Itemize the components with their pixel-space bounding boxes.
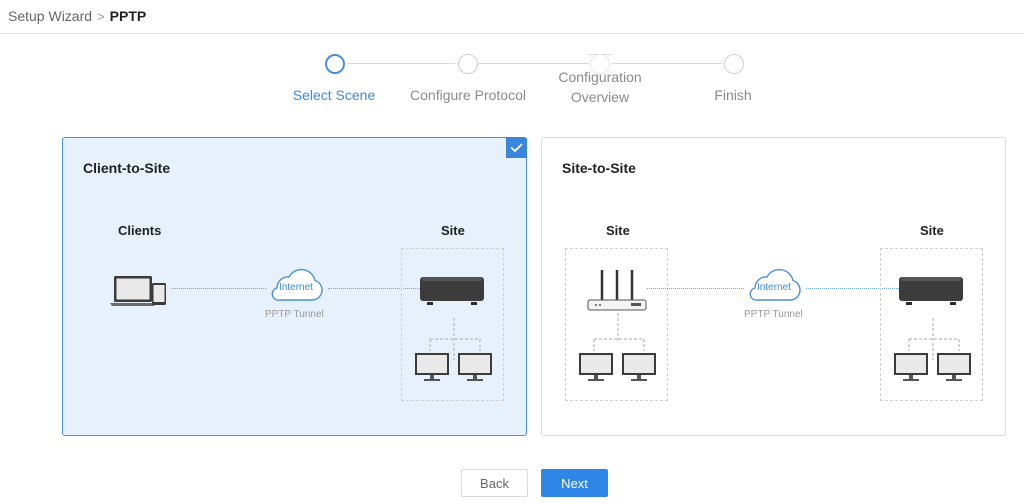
gateway-device-icon bbox=[420, 277, 484, 305]
router-icon bbox=[587, 270, 647, 311]
internet-cloud-icon: Internet bbox=[744, 266, 804, 304]
card-title: Client-to-Site bbox=[83, 160, 171, 176]
internet-cloud-icon: Internet bbox=[266, 266, 326, 304]
site-right-label: Site bbox=[920, 223, 944, 238]
site-box-left bbox=[565, 248, 668, 401]
connection-line bbox=[647, 288, 744, 289]
network-branch-lines bbox=[429, 338, 481, 351]
scene-card-client-to-site[interactable]: Client-to-Site Clients Site Internet PPT… bbox=[62, 137, 527, 436]
clients-label: Clients bbox=[118, 223, 162, 238]
site-box bbox=[401, 248, 504, 401]
next-button[interactable]: Next bbox=[541, 469, 608, 497]
monitor-icon bbox=[622, 353, 656, 381]
step-3-label-line1: Configuration bbox=[558, 69, 642, 85]
step-connector bbox=[347, 63, 455, 64]
step-2-circle bbox=[458, 54, 478, 74]
network-branch-lines bbox=[908, 338, 960, 351]
step-4-circle bbox=[724, 54, 744, 74]
cloud-text: Internet bbox=[279, 282, 313, 293]
wizard-stepper: Select Scene Configure Protocol Configur… bbox=[0, 0, 1024, 120]
back-button[interactable]: Back bbox=[461, 469, 528, 497]
scene-card-site-to-site[interactable]: Site-to-Site Site Site Internet PPTP Tun… bbox=[541, 137, 1006, 436]
tunnel-label: PPTP Tunnel bbox=[265, 309, 324, 320]
step-2-label: Configure Protocol bbox=[410, 87, 526, 103]
connection-line bbox=[171, 288, 266, 289]
tunnel-label: PPTP Tunnel bbox=[744, 309, 803, 320]
step-connector bbox=[479, 63, 589, 64]
network-branch-lines bbox=[593, 338, 645, 351]
monitor-icon bbox=[458, 353, 492, 381]
monitor-icon bbox=[937, 353, 971, 381]
selected-check-icon bbox=[506, 137, 527, 158]
step-1-label: Select Scene bbox=[292, 87, 376, 103]
step-connector bbox=[612, 63, 722, 64]
step-3-label-line2: Overview bbox=[570, 89, 630, 105]
site-left-label: Site bbox=[606, 223, 630, 238]
monitor-icon bbox=[579, 353, 613, 381]
gateway-device-icon bbox=[899, 277, 963, 305]
card-title: Site-to-Site bbox=[562, 160, 636, 176]
step-1-circle[interactable] bbox=[325, 54, 345, 74]
laptop-phone-icon bbox=[110, 276, 166, 306]
monitor-icon bbox=[894, 353, 928, 381]
monitor-icon bbox=[415, 353, 449, 381]
cloud-text: Internet bbox=[757, 282, 791, 293]
site-label: Site bbox=[441, 223, 465, 238]
step-4-label: Finish bbox=[714, 87, 752, 103]
site-box-right bbox=[880, 248, 983, 401]
